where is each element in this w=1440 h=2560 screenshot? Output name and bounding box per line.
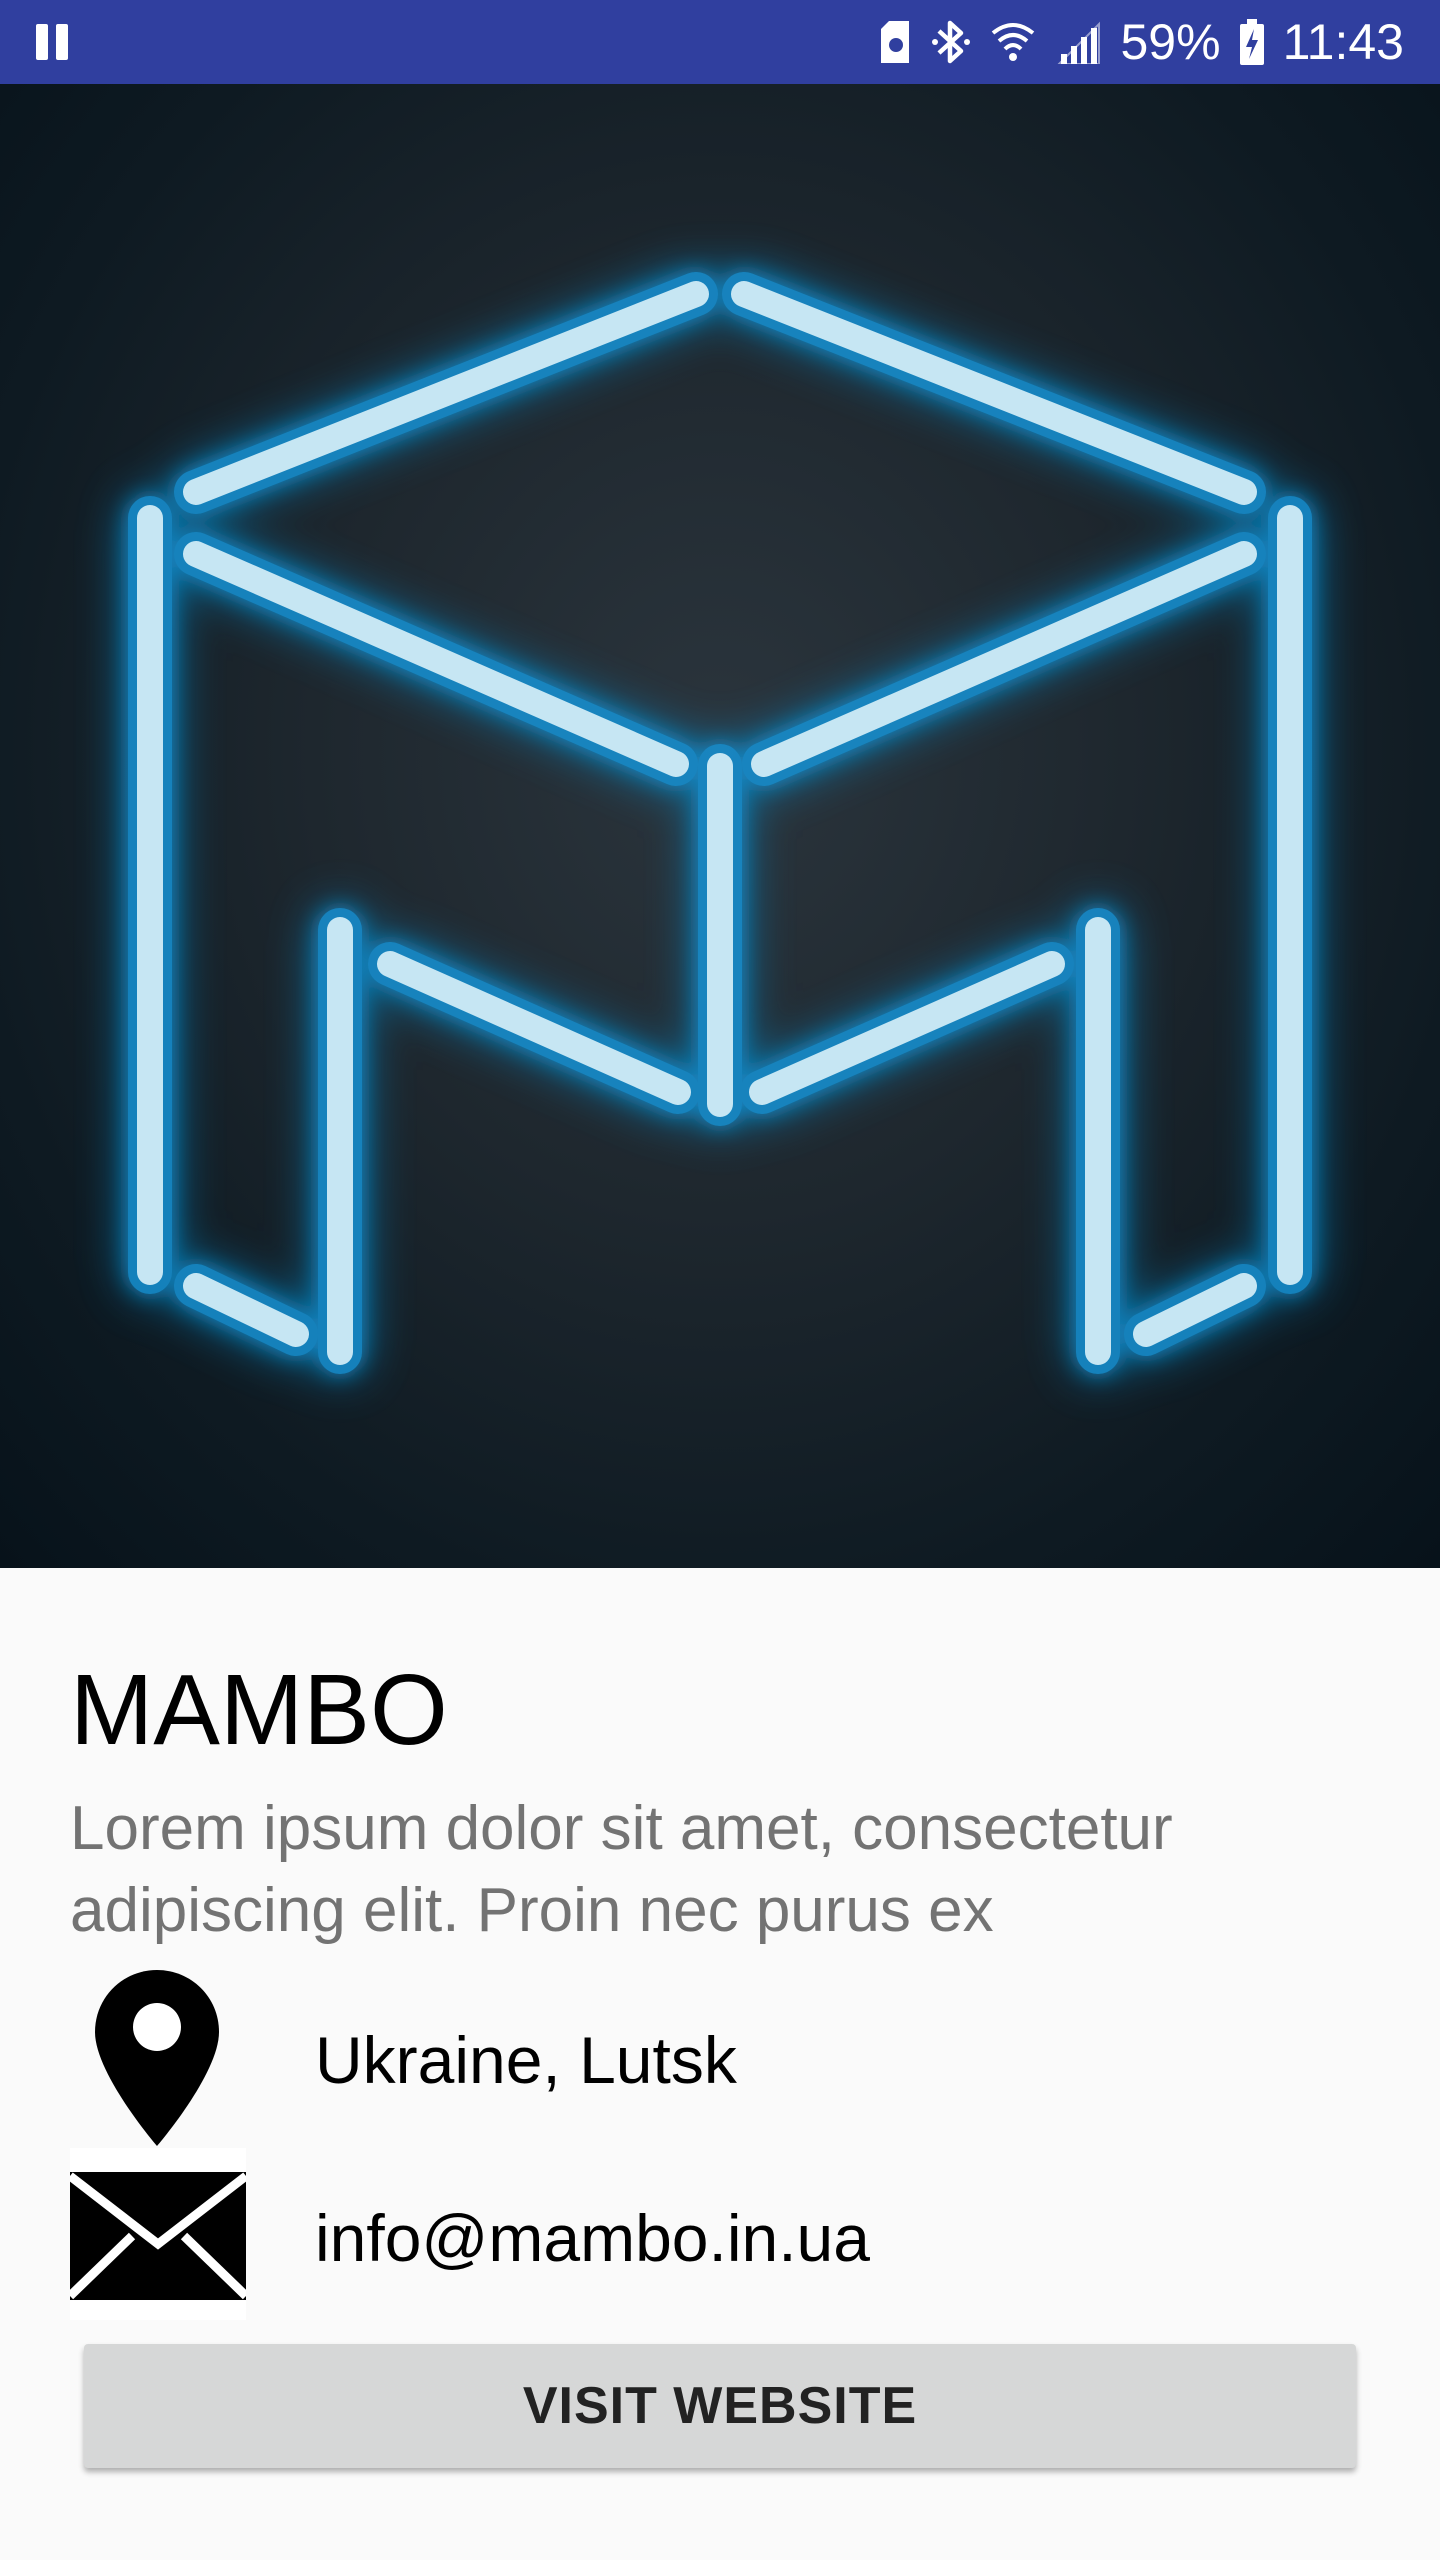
battery-percent: 59% [1120,14,1221,70]
clock: 11:43 [1282,14,1404,70]
hero-image [0,84,1440,1568]
status-icons: 59% 11:43 [880,12,1404,72]
battery-charging-icon [1239,19,1264,65]
wifi-icon [991,23,1034,61]
company-name: MAMBO [70,1654,448,1766]
cell-signal-icon [1057,21,1100,64]
email-link[interactable]: info@mambo.in.ua [315,2198,870,2278]
pause-icon [36,24,70,60]
mambo-logo [128,272,1312,1374]
visit-website-button[interactable]: VISIT WEBSITE [84,2344,1356,2468]
status-bar: 59% 11:43 [0,0,1440,84]
sim-card-icon [880,21,909,63]
location-text: Ukraine, Lutsk [315,2023,737,2097]
bluetooth-icon [931,20,970,64]
location-pin-icon [95,1970,219,2146]
company-description: Lorem ipsum dolor sit amet, consectetur … [70,1794,1173,1945]
email-icon [70,2148,246,2320]
